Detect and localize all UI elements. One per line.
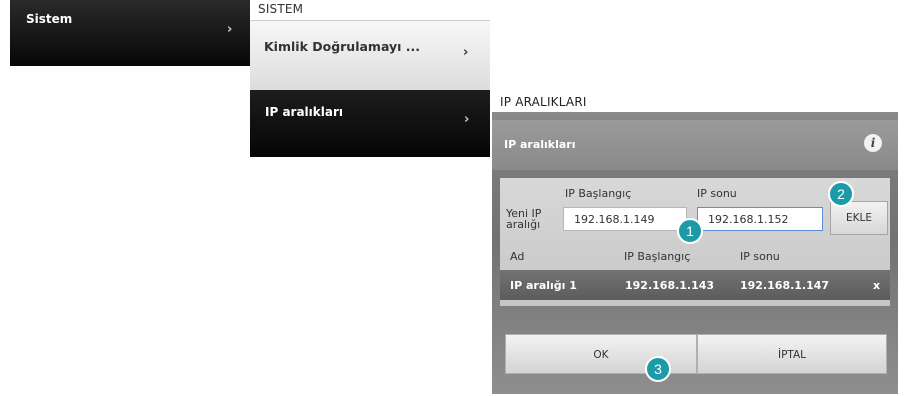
callout-badge-1: 1 [677, 218, 703, 244]
delete-row-button[interactable]: x [873, 279, 880, 292]
cancel-button[interactable]: İPTAL [697, 334, 887, 374]
table-header-name: Ad [510, 250, 525, 263]
chevron-right-icon: › [227, 22, 233, 37]
new-range-label-line2: aralığı [506, 218, 541, 231]
sistem-item-label: Kimlik Doğrulamayı ... [264, 39, 421, 54]
menu-item-sistem-label: Sistem [26, 12, 73, 26]
chevron-right-icon: › [463, 45, 469, 60]
sistem-item-authentication[interactable]: Kimlik Doğrulamayı ... › [250, 20, 490, 91]
table-header-end: IP sonu [740, 250, 780, 263]
row-start-ip: 192.168.1.143 [625, 279, 715, 292]
sistem-item-label: IP aralıkları [265, 105, 343, 119]
menu-item-sistem[interactable]: Sistem › [10, 0, 250, 66]
info-icon[interactable]: i [864, 134, 882, 152]
new-range-label: Yeni IP aralığı [506, 208, 541, 230]
dialog-header: IP aralıkları i [492, 120, 898, 170]
sistem-panel-title: SISTEM [258, 2, 304, 16]
chevron-right-icon: › [464, 112, 470, 127]
table-header-start: IP Başlangıç [624, 250, 691, 263]
sistem-item-ip-ranges[interactable]: IP aralıkları › [250, 90, 490, 157]
end-ip-input[interactable]: 192.168.1.152 [697, 207, 823, 231]
dialog-header-label: IP aralıkları [504, 138, 576, 151]
start-ip-label: IP Başlangıç [565, 187, 632, 200]
dialog-title: IP ARALIKLARI [500, 95, 587, 109]
table-row[interactable]: IP aralığı 1 192.168.1.143 192.168.1.147… [500, 270, 890, 300]
dialog-button-bar: OK İPTAL [500, 334, 890, 378]
row-end-ip: 192.168.1.147 [740, 279, 830, 292]
row-name: IP aralığı 1 [510, 279, 577, 292]
callout-badge-2: 2 [828, 181, 854, 207]
start-ip-input[interactable]: 192.168.1.149 [563, 207, 687, 231]
callout-badge-3: 3 [645, 356, 671, 382]
end-ip-label: IP sonu [697, 187, 737, 200]
